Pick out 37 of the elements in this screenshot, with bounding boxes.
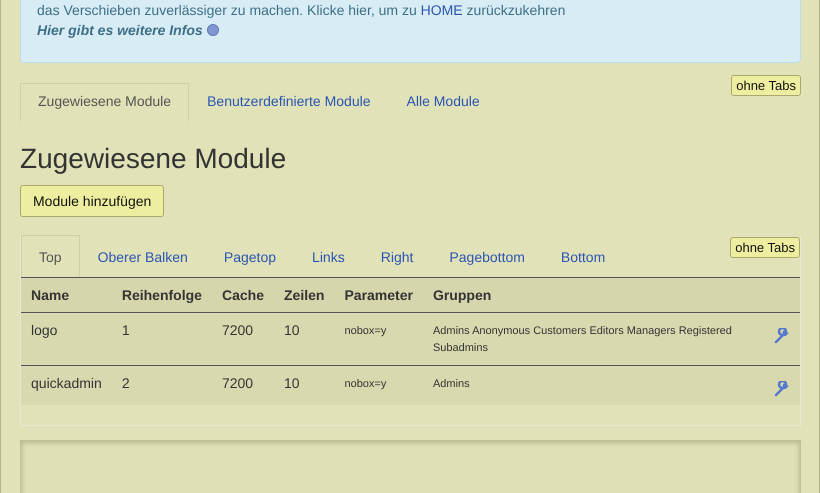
table-cell: 10 (274, 312, 334, 366)
wrench-icon[interactable] (774, 328, 790, 344)
column-header: Zeilen (274, 278, 334, 312)
tab[interactable]: Benutzerdefinierte Module (189, 83, 389, 121)
table-cell: Admins Anonymous Customers Editors Managers Registered Subadmins (422, 312, 764, 366)
tab[interactable]: Pagebottom (431, 235, 543, 277)
table-cell: 1 (112, 312, 212, 366)
column-header: Cache (212, 278, 274, 312)
tab[interactable]: Alle Module (388, 83, 498, 121)
column-header: Reihenfolge (112, 278, 212, 312)
table-cell: 2 (112, 366, 212, 405)
table-cell: nobox=y (334, 366, 423, 405)
tab[interactable]: Right (362, 235, 432, 277)
help-icon[interactable] (206, 24, 219, 36)
tab[interactable]: Oberer Balken (80, 235, 206, 277)
page-heading: Zugewiesene Module (20, 143, 288, 175)
table-cell: Admins (422, 366, 764, 405)
tab[interactable]: Bottom (542, 235, 624, 277)
tab[interactable]: Links (294, 235, 363, 277)
table-cell: 10 (274, 366, 334, 405)
table-cell: 7200 (212, 312, 274, 366)
home-link[interactable]: HOME (420, 2, 463, 18)
tab[interactable]: Pagetop (206, 235, 294, 277)
table-cell: quickadmin (21, 366, 112, 405)
info-text: das Verschieben zuverlässiger zu machen. Klicke hier, um zu HOME zurückzukehren (37, 1, 566, 20)
add-modules-button[interactable]: Module hinzufügen (20, 185, 164, 217)
table-cell: 7200 (212, 366, 274, 405)
more-info-link[interactable]: Hier gibt es weitere Infos (37, 22, 203, 38)
tab[interactable]: Zugewiesene Module (20, 83, 190, 121)
column-header: Parameter (334, 278, 423, 312)
table-cell: nobox=y (334, 312, 423, 366)
column-header: Gruppen (422, 278, 764, 312)
toggle-tabs-button[interactable]: ohne Tabs (731, 75, 801, 96)
column-header: Name (21, 278, 112, 312)
toggle-tabs-button[interactable]: ohne Tabs (730, 237, 800, 258)
wrench-icon[interactable] (774, 381, 790, 397)
table-cell: logo (21, 312, 112, 366)
